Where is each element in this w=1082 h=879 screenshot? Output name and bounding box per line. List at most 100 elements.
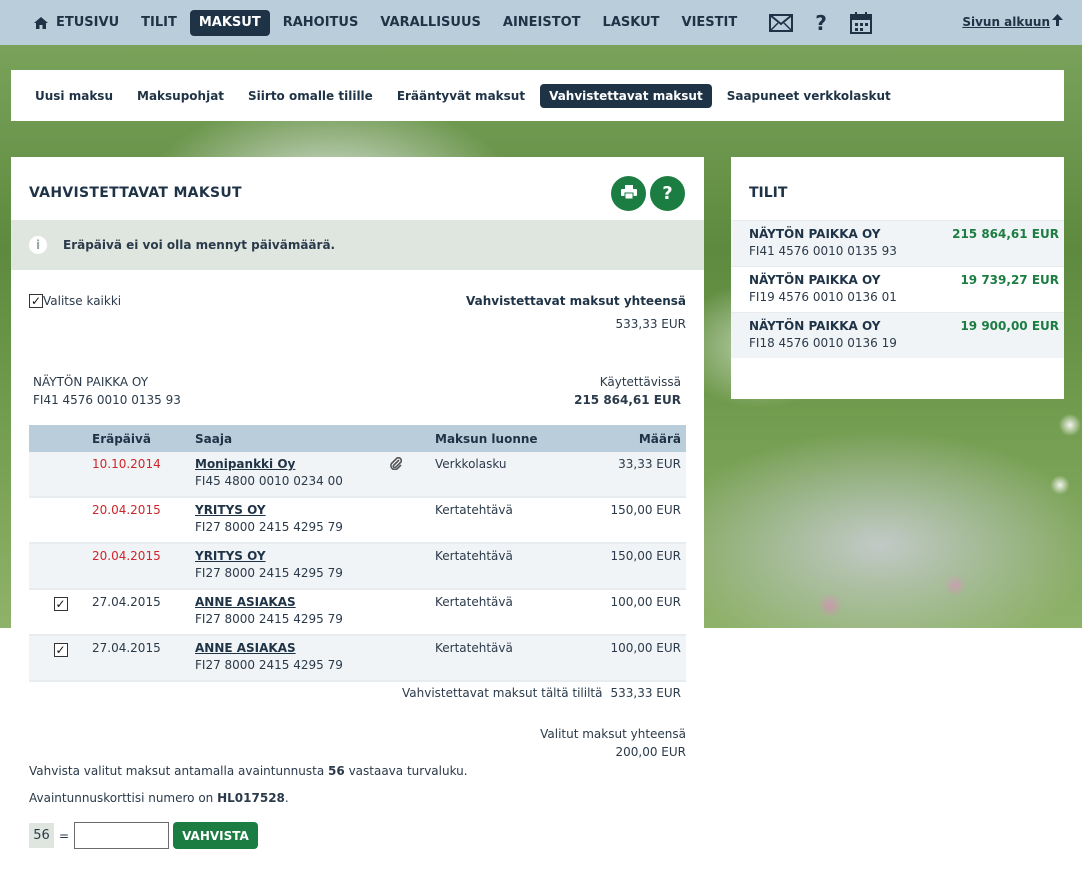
security-code-input[interactable] bbox=[74, 822, 170, 849]
nav-item-rahoitus[interactable]: RAHOITUS bbox=[274, 10, 368, 36]
row-amount: 33,33 EUR bbox=[618, 457, 681, 471]
checkbox-icon[interactable]: ✓ bbox=[53, 597, 68, 611]
account-subtotal: Vahvistettavat maksut tältä tililtä 533,3… bbox=[402, 686, 681, 700]
payee-link[interactable]: YRITYS OY bbox=[195, 503, 266, 517]
total-value: 533,33 EUR bbox=[615, 317, 686, 331]
equals-sign: = bbox=[59, 828, 70, 843]
subnav-uusi-maksu[interactable]: Uusi maksu bbox=[26, 84, 122, 108]
print-icon bbox=[620, 183, 637, 204]
accounts-panel: TILIT NÄYTÖN PAIKKA OY FI41 4576 0010 013… bbox=[731, 157, 1064, 399]
row-checkbox-cell: ✓ bbox=[29, 595, 92, 611]
nav-item-label: ETUSIVU bbox=[56, 15, 120, 30]
back-to-top-link[interactable]: Sivun alkuun bbox=[962, 14, 1063, 29]
row-date: 10.10.2014 bbox=[92, 457, 161, 471]
calendar-icon[interactable] bbox=[844, 8, 878, 38]
payee-link[interactable]: YRITYS OY bbox=[195, 549, 266, 563]
account-name: NÄYTÖN PAIKKA OY bbox=[33, 375, 149, 389]
account-iban: FI18 4576 0010 0136 19 bbox=[749, 336, 897, 350]
nav-item-aineistot[interactable]: AINEISTOT bbox=[494, 10, 590, 36]
row-date: 20.04.2015 bbox=[92, 503, 161, 517]
subnav-maksupohjat[interactable]: Maksupohjat bbox=[128, 84, 233, 108]
row-type: Kertatehtävä bbox=[435, 595, 513, 609]
row-payee: ANNE ASIAKAS FI27 8000 2415 4295 79 bbox=[195, 641, 390, 672]
print-button[interactable] bbox=[611, 176, 646, 211]
payee-iban: FI27 8000 2415 4295 79 bbox=[195, 612, 343, 626]
row-type: Kertatehtävä bbox=[435, 641, 513, 655]
account-iban: FI41 4576 0010 0135 93 bbox=[749, 244, 897, 258]
row-date: 27.04.2015 bbox=[92, 595, 161, 609]
payee-iban: FI27 8000 2415 4295 79 bbox=[195, 658, 343, 672]
back-to-top-label: Sivun alkuun bbox=[962, 14, 1050, 29]
nav-item-label: LASKUT bbox=[602, 15, 660, 30]
row-checkbox-cell bbox=[29, 457, 92, 459]
nav-item-label: TILIT bbox=[141, 15, 177, 30]
nav-item-laskut[interactable]: LASKUT bbox=[594, 10, 669, 36]
help-icon: ? bbox=[662, 183, 673, 204]
nav-item-etusivu[interactable]: ETUSIVU bbox=[25, 10, 128, 36]
header-date: Eräpäivä bbox=[92, 431, 151, 446]
nav-item-label: RAHOITUS bbox=[282, 15, 359, 30]
subtotal-label: Vahvistettavat maksut tältä tililtä bbox=[402, 686, 603, 700]
nav-item-varallisuus[interactable]: VARALLISUUS bbox=[371, 10, 490, 36]
row-amount: 100,00 EUR bbox=[610, 641, 681, 655]
row-type: Kertatehtävä bbox=[435, 549, 513, 563]
checkbox-icon[interactable]: ✓ bbox=[53, 643, 68, 657]
table-row[interactable]: ✓ 27.04.2015 ANNE ASIAKAS FI27 8000 2415 42… bbox=[29, 636, 686, 682]
select-all-label: Valitse kaikki bbox=[43, 294, 122, 308]
header-amount: Määrä bbox=[638, 431, 681, 446]
checkbox-icon[interactable]: ✓ bbox=[29, 294, 43, 308]
account-balance: 19 900,00 EUR bbox=[960, 319, 1059, 333]
row-payee: YRITYS OY FI27 8000 2415 4295 79 bbox=[195, 549, 390, 580]
subnav-siirto-omalle-tilille[interactable]: Siirto omalle tilille bbox=[239, 84, 382, 108]
sub-navigation: Uusi maksu Maksupohjat Siirto omalle til… bbox=[11, 70, 1064, 121]
payee-link[interactable]: Monipankki Oy bbox=[195, 457, 295, 471]
row-checkbox-cell: ✓ bbox=[29, 641, 92, 657]
subnav-erääntyvät-maksut[interactable]: Erääntyvät maksut bbox=[388, 84, 534, 108]
paperclip-icon[interactable] bbox=[390, 456, 403, 473]
confirm-instruction: Vahvista valitut maksut antamalla avaint… bbox=[29, 764, 468, 778]
row-amount: 100,00 EUR bbox=[610, 595, 681, 609]
payee-link[interactable]: ANNE ASIAKAS bbox=[195, 595, 296, 609]
table-row[interactable]: ✓ 27.04.2015 ANNE ASIAKAS FI27 8000 2415 42… bbox=[29, 590, 686, 636]
arrow-up-icon bbox=[1052, 14, 1063, 29]
code-entry: 56 = VAHVISTA bbox=[29, 822, 258, 849]
nav-item-tilit[interactable]: TILIT bbox=[132, 10, 186, 36]
accounts-title: TILIT bbox=[749, 185, 788, 201]
instruction-text: Avaintunnuskorttisi numero on bbox=[29, 791, 214, 805]
account-list-item[interactable]: NÄYTÖN PAIKKA OY FI41 4576 0010 0135 93 21… bbox=[731, 220, 1064, 266]
help-button[interactable]: ? bbox=[650, 176, 685, 211]
subnav-saapuneet-verkkolaskut[interactable]: Saapuneet verkkolaskut bbox=[718, 84, 900, 108]
nav-item-label: MAKSUT bbox=[198, 15, 261, 30]
nav-item-label: AINEISTOT bbox=[502, 15, 581, 30]
subnav-vahvistettavat-maksut[interactable]: Vahvistettavat maksut bbox=[540, 83, 712, 108]
table-row[interactable]: 10.10.2014 Monipankki Oy FI45 4800 0010 02… bbox=[29, 452, 686, 498]
available-label: Käytettävissä bbox=[599, 375, 681, 389]
instruction-text: Vahvista valitut maksut antamalla avaint… bbox=[29, 764, 325, 778]
help-icon[interactable]: ? bbox=[804, 8, 838, 38]
account-iban: FI19 4576 0010 0136 01 bbox=[749, 290, 897, 304]
row-payee: ANNE ASIAKAS FI27 8000 2415 4295 79 bbox=[195, 595, 390, 626]
account-list-item[interactable]: NÄYTÖN PAIKKA OY FI19 4576 0010 0136 01 19… bbox=[731, 266, 1064, 312]
header-type: Maksun luonne bbox=[435, 431, 538, 446]
info-icon: i bbox=[29, 236, 47, 254]
nav-item-maksut[interactable]: MAKSUT bbox=[189, 9, 270, 36]
payee-link[interactable]: ANNE ASIAKAS bbox=[195, 641, 296, 655]
row-type: Kertatehtävä bbox=[435, 503, 513, 517]
card-instruction: Avaintunnuskorttisi numero on HL017528. bbox=[29, 791, 289, 805]
card-number: HL017528 bbox=[217, 791, 285, 805]
row-type: Verkkolasku bbox=[435, 457, 507, 471]
table-row[interactable]: 20.04.2015 YRITYS OY FI27 8000 2415 4295 7… bbox=[29, 498, 686, 544]
svg-text:?: ? bbox=[815, 12, 827, 34]
account-list-item[interactable]: NÄYTÖN PAIKKA OY FI18 4576 0010 0136 19 19… bbox=[731, 312, 1064, 358]
row-checkbox-cell bbox=[29, 503, 92, 505]
header-payee: Saaja bbox=[195, 431, 233, 446]
select-all[interactable]: ✓ Valitse kaikki bbox=[29, 294, 121, 308]
account-balance: 19 739,27 EUR bbox=[960, 273, 1059, 287]
mail-icon[interactable] bbox=[764, 8, 798, 38]
nav-item-viestit[interactable]: VIESTIT bbox=[673, 10, 747, 36]
account-balance: 215 864,61 EUR bbox=[952, 227, 1059, 241]
confirm-button[interactable]: VAHVISTA bbox=[173, 822, 258, 849]
home-icon bbox=[34, 16, 48, 29]
key-number: 56 bbox=[328, 764, 345, 778]
table-row[interactable]: 20.04.2015 YRITYS OY FI27 8000 2415 4295 7… bbox=[29, 544, 686, 590]
